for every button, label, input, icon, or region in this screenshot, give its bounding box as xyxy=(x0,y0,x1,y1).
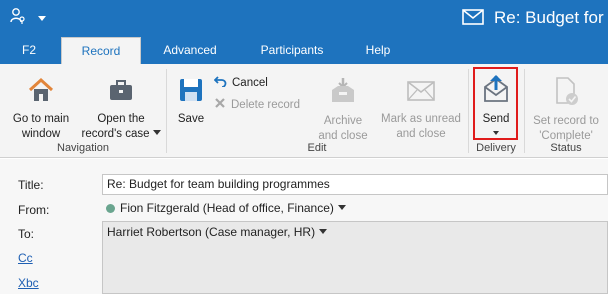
cancel-label: Cancel xyxy=(232,76,268,89)
from-label: From: xyxy=(18,203,50,217)
tab-record[interactable]: Record xyxy=(61,37,141,64)
tab-help[interactable]: Help xyxy=(356,37,400,64)
navigation-group-label: Navigation xyxy=(57,142,109,154)
ribbon-separator xyxy=(468,69,469,153)
presence-dot-icon xyxy=(106,204,115,213)
to-field[interactable]: Harriet Robertson (Case manager, HR) xyxy=(102,221,608,294)
dropdown-caret-icon[interactable] xyxy=(38,11,46,25)
window-title: Re: Budget for t xyxy=(462,6,608,30)
delete-x-icon xyxy=(214,97,226,112)
chevron-down-icon[interactable] xyxy=(337,205,346,210)
send-highlight-box xyxy=(473,67,518,140)
mark-unread-line1: Mark as unread xyxy=(381,113,461,125)
briefcase-icon xyxy=(80,76,162,109)
delete-record-label: Delete record xyxy=(231,98,301,111)
from-field[interactable]: Fion Fitzgerald (Head of office, Finance… xyxy=(102,199,608,220)
tab-advanced[interactable]: Advanced xyxy=(150,37,230,64)
tab-bar: F2 Record Advanced Participants Help xyxy=(0,37,608,64)
bcc-link[interactable]: Xbc xyxy=(18,276,39,290)
set-complete-line2: 'Complete' xyxy=(539,130,593,142)
open-case-line2: record's case xyxy=(81,128,150,140)
set-record-complete-button[interactable]: Set record to 'Complete' xyxy=(526,76,606,144)
status-group-label: Status xyxy=(550,142,582,154)
envelope-icon xyxy=(462,8,484,28)
archive-line1: Archive xyxy=(323,115,363,127)
window-title-text: Re: Budget for t xyxy=(494,8,608,27)
to-recipient[interactable]: Harriet Robertson (Case manager, HR) xyxy=(103,222,607,242)
edit-group-label: Edit xyxy=(307,142,327,154)
set-complete-line1: Set record to xyxy=(533,115,599,127)
archive-line2: and close xyxy=(318,130,368,142)
tab-participants[interactable]: Participants xyxy=(250,37,334,64)
from-value: Fion Fitzgerald (Head of office, Finance… xyxy=(120,201,334,215)
mark-unread-and-close-button[interactable]: Mark as unread and close xyxy=(376,76,466,142)
archive-and-close-button[interactable]: Archive and close xyxy=(314,76,372,144)
open-record-case-button[interactable]: Open the record's case xyxy=(80,76,162,142)
home-icon xyxy=(4,76,78,109)
go-to-main-line1: Go to main xyxy=(12,113,70,125)
save-icon xyxy=(172,76,210,109)
envelope-closed-icon xyxy=(376,76,466,109)
delivery-group-label: Delivery xyxy=(476,142,516,154)
go-to-main-window-button[interactable]: Go to main window xyxy=(4,76,78,142)
open-case-line1: Open the xyxy=(97,113,145,125)
delete-record-button[interactable]: Delete record xyxy=(214,97,300,112)
title-field[interactable]: Re: Budget for team building programmes xyxy=(102,174,608,195)
undo-icon xyxy=(213,75,227,90)
title-bar: Re: Budget for t xyxy=(0,0,608,37)
record-form: Title: Re: Budget for team building prog… xyxy=(0,159,608,294)
ribbon-separator xyxy=(524,69,525,153)
mark-unread-line2: and close xyxy=(396,128,446,140)
cancel-button[interactable]: Cancel xyxy=(213,75,268,90)
save-button[interactable]: Save xyxy=(172,76,210,127)
to-label: To: xyxy=(18,227,35,241)
archive-icon xyxy=(314,76,372,111)
go-to-main-line2: window xyxy=(21,128,61,140)
user-key-icon[interactable] xyxy=(10,7,26,28)
to-value: Harriet Robertson (Case manager, HR) xyxy=(107,225,316,239)
save-label: Save xyxy=(177,113,205,125)
cc-link[interactable]: Cc xyxy=(18,251,33,265)
chevron-down-icon xyxy=(152,130,161,135)
document-check-icon xyxy=(526,76,606,111)
title-label: Title: xyxy=(18,178,44,192)
tab-f2[interactable]: F2 xyxy=(0,37,58,64)
chevron-down-icon[interactable] xyxy=(319,229,328,234)
ribbon-separator xyxy=(166,69,167,153)
